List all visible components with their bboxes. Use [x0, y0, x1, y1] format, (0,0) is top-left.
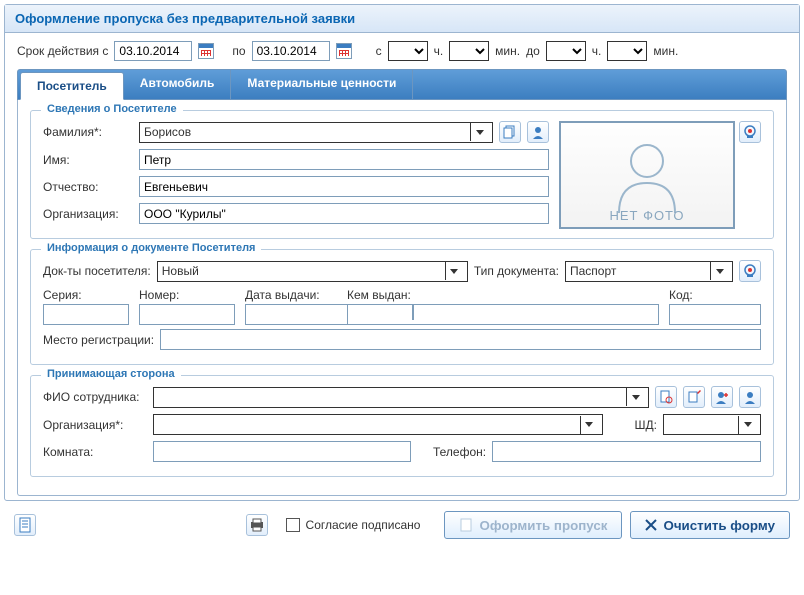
person-icon[interactable]: [739, 386, 761, 408]
host-fieldset: Принимающая сторона ФИО сотрудника: Орга…: [30, 375, 774, 477]
hour-suffix: ч.: [434, 44, 444, 58]
consent-checkbox[interactable]: [286, 518, 300, 532]
min-from-select[interactable]: [449, 41, 489, 61]
validity-prefix: Срок действия с: [17, 44, 108, 58]
fio-label: ФИО сотрудника:: [43, 390, 147, 404]
document-legend: Информация о документе Посетителя: [41, 242, 261, 254]
submit-label: Оформить пропуск: [479, 518, 607, 533]
firstname-input[interactable]: [139, 149, 549, 170]
shd-combo[interactable]: [663, 414, 761, 435]
photo-box: НЕТ ФОТО: [559, 121, 735, 229]
calendar-icon[interactable]: [336, 43, 352, 59]
org-input[interactable]: [139, 203, 549, 224]
calendar-icon[interactable]: [412, 304, 414, 320]
validity-row: Срок действия с по с ч. мин. до ч. мин.: [17, 41, 787, 61]
docs-value: Новый: [162, 264, 199, 278]
issued-by-label: Кем выдан:: [347, 288, 659, 302]
main-panel: Оформление пропуска без предварительной …: [4, 4, 800, 501]
chevron-down-icon: [450, 269, 458, 274]
docs-label: Док-ты посетителя:: [43, 264, 151, 278]
edit-icon[interactable]: [683, 386, 705, 408]
copy-icon[interactable]: [499, 121, 521, 143]
fio-combo[interactable]: [153, 387, 649, 408]
consent-label: Согласие подписано: [306, 518, 421, 532]
document-check-icon: [459, 518, 473, 532]
photo-caption: НЕТ ФОТО: [609, 208, 684, 223]
hour-suffix: ч.: [592, 44, 602, 58]
number-label: Номер:: [139, 288, 235, 302]
hour-from-select[interactable]: [388, 41, 428, 61]
tabs: Посетитель Автомобиль Материальные ценно…: [17, 69, 787, 100]
person-icon[interactable]: [527, 121, 549, 143]
webcam-icon[interactable]: [739, 121, 761, 143]
to-label: по: [232, 44, 245, 58]
tab-vehicle[interactable]: Автомобиль: [124, 70, 232, 99]
visitor-legend: Сведения о Посетителе: [41, 103, 183, 115]
host-legend: Принимающая сторона: [41, 368, 181, 380]
code-input[interactable]: [669, 304, 761, 325]
print-icon[interactable]: [246, 514, 268, 536]
clear-label: Очистить форму: [663, 518, 775, 533]
date-to-input[interactable]: [252, 41, 330, 61]
tab-visitor[interactable]: Посетитель: [20, 72, 124, 100]
issued-by-input[interactable]: [347, 304, 659, 325]
doctype-combo[interactable]: Паспорт: [565, 261, 733, 282]
org-label: Организация:: [43, 207, 133, 221]
tab-materials[interactable]: Материальные ценности: [231, 70, 413, 99]
chevron-down-icon: [476, 130, 484, 135]
chevron-down-icon: [716, 269, 724, 274]
date-from-input[interactable]: [114, 41, 192, 61]
tab-content: Сведения о Посетителе Фамилия*: Борисов: [17, 100, 787, 496]
until-label: до: [526, 44, 540, 58]
firstname-label: Имя:: [43, 153, 133, 167]
min-to-select[interactable]: [607, 41, 647, 61]
number-input[interactable]: [139, 304, 235, 325]
document-search-icon[interactable]: [655, 386, 677, 408]
doctype-value: Паспорт: [570, 264, 616, 278]
calendar-icon[interactable]: [198, 43, 214, 59]
shd-label: ШД:: [635, 418, 657, 432]
phone-input[interactable]: [492, 441, 761, 462]
series-input[interactable]: [43, 304, 129, 325]
from-time-label: с: [376, 44, 382, 58]
room-input[interactable]: [153, 441, 411, 462]
visitor-fieldset: Сведения о Посетителе Фамилия*: Борисов: [30, 110, 774, 239]
lastname-value: Борисов: [144, 125, 191, 139]
hour-to-select[interactable]: [546, 41, 586, 61]
document-icon[interactable]: [14, 514, 36, 536]
document-fieldset: Информация о документе Посетителя Док-ты…: [30, 249, 774, 365]
host-org-label: Организация*:: [43, 418, 147, 432]
doctype-label: Тип документа:: [474, 264, 559, 278]
avatar-placeholder-icon: [607, 135, 687, 215]
issue-date-label: Дата выдачи:: [245, 288, 337, 302]
series-label: Серия:: [43, 288, 129, 302]
submit-button[interactable]: Оформить пропуск: [444, 511, 622, 539]
webcam-icon[interactable]: [739, 260, 761, 282]
phone-label: Телефон:: [433, 445, 486, 459]
person-add-icon[interactable]: [711, 386, 733, 408]
panel-title: Оформление пропуска без предварительной …: [5, 5, 799, 33]
min-suffix: мин.: [653, 44, 678, 58]
clear-button[interactable]: Очистить форму: [630, 511, 790, 539]
host-org-combo[interactable]: [153, 414, 603, 435]
room-label: Комната:: [43, 445, 147, 459]
bottom-bar: Согласие подписано Оформить пропуск Очис…: [4, 501, 800, 543]
chevron-down-icon: [744, 422, 752, 427]
lastname-combo[interactable]: Борисов: [139, 122, 493, 143]
middlename-label: Отчество:: [43, 180, 133, 194]
reg-input[interactable]: [160, 329, 761, 350]
chevron-down-icon: [632, 395, 640, 400]
docs-combo[interactable]: Новый: [157, 261, 468, 282]
middlename-input[interactable]: [139, 176, 549, 197]
code-label: Код:: [669, 288, 761, 302]
min-suffix: мин.: [495, 44, 520, 58]
close-icon: [645, 519, 657, 531]
lastname-label: Фамилия*:: [43, 125, 133, 139]
reg-label: Место регистрации:: [43, 333, 154, 347]
chevron-down-icon: [585, 422, 593, 427]
